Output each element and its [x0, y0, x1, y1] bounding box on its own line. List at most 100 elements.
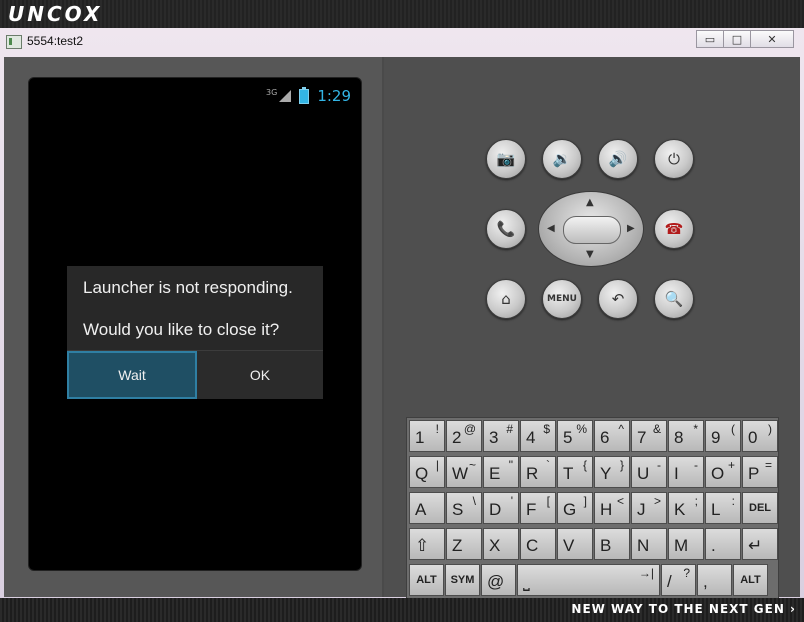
key-label: 6 [600, 428, 610, 447]
key-row5-0[interactable]: ALT [409, 564, 444, 596]
power-icon[interactable]: ⏻ [654, 139, 694, 179]
key-row1-5[interactable]: 6 ^ [594, 420, 630, 452]
device-screen[interactable]: 3G 1:29 Launcher is not responding. Woul… [28, 77, 362, 571]
key-label: L [711, 500, 721, 519]
key-label: B [600, 536, 612, 555]
key-label: 2 [452, 428, 462, 447]
key-row2-4[interactable]: T{ [557, 456, 593, 488]
key-alt-label: ( [731, 422, 735, 436]
key-row3-6[interactable]: J > [631, 492, 667, 524]
back-icon[interactable]: ↶ [598, 279, 638, 319]
key-label: 8 [674, 428, 684, 447]
key-row1-0[interactable]: 1! [409, 420, 445, 452]
key-alt-label: @ [463, 422, 476, 436]
key-alt-label: % [576, 422, 587, 436]
wait-button[interactable]: Wait [67, 351, 197, 399]
key-row2-9[interactable]: P = [742, 456, 778, 488]
key-row5-1[interactable]: SYM [445, 564, 480, 596]
key-row4-9[interactable]: ↵ [742, 528, 778, 560]
dpad-right-icon[interactable]: ▶ [627, 224, 635, 234]
key-label: . [711, 536, 716, 555]
key-row3-9[interactable]: DEL [742, 492, 778, 524]
key-row4-2[interactable]: X [483, 528, 519, 560]
network-type: 3G [266, 87, 278, 97]
key-row3-5[interactable]: H < [594, 492, 630, 524]
dpad-center-button[interactable] [563, 216, 621, 244]
key-alt-label: ? [683, 566, 690, 580]
key-row2-7[interactable]: I- [668, 456, 704, 488]
key-row1-4[interactable]: 5% [557, 420, 593, 452]
key-row2-6[interactable]: U- [631, 456, 667, 488]
key-alt-label: * [693, 422, 698, 436]
key-row1-9[interactable]: 0) [742, 420, 778, 452]
key-alt-label: →| [638, 566, 654, 580]
key-row3-0[interactable]: A [409, 492, 445, 524]
key-row2-8[interactable]: O + [705, 456, 741, 488]
key-row5-5[interactable]: , [697, 564, 732, 596]
key-label: R [526, 464, 539, 483]
key-row5-3[interactable]: ⎵ →| [517, 564, 660, 596]
camera-icon[interactable]: 📷 [486, 139, 526, 179]
key-row5-4[interactable]: /? [661, 564, 696, 596]
key-row3-2[interactable]: D ' [483, 492, 519, 524]
key-label: 1 [415, 428, 425, 447]
key-row2-0[interactable]: Q | [409, 456, 445, 488]
dpad-up-icon[interactable]: ▲ [586, 198, 594, 208]
dpad[interactable]: ▲ ▼ ◀ ▶ [538, 191, 644, 267]
key-row4-8[interactable]: . [705, 528, 741, 560]
key-row2-1[interactable]: W ~ [446, 456, 482, 488]
key-label: T [563, 464, 574, 483]
key-row3-4[interactable]: G] [557, 492, 593, 524]
status-bar: 3G 1:29 [266, 86, 351, 106]
search-icon[interactable]: 🔍 [654, 279, 694, 319]
key-row4-6[interactable]: N [631, 528, 667, 560]
key-row5-2[interactable]: @ [481, 564, 516, 596]
key-row4-0[interactable]: ⇧ [409, 528, 445, 560]
key-label: K [674, 500, 686, 519]
window-titlebar[interactable]: 5554:test2 ▭ □ ✕ [0, 28, 804, 56]
call-icon[interactable]: 📞 [486, 209, 526, 249]
key-row4-3[interactable]: C [520, 528, 556, 560]
key-row4-4[interactable]: V [557, 528, 593, 560]
key-alt-label: ; [694, 494, 698, 508]
close-button[interactable]: ✕ [750, 30, 794, 48]
key-alt-label: ' [510, 494, 513, 508]
ok-button[interactable]: OK [197, 351, 323, 399]
key-row1-1[interactable]: 2 @ [446, 420, 482, 452]
key-label: , [703, 572, 708, 591]
key-row2-5[interactable]: Y} [594, 456, 630, 488]
key-row4-7[interactable]: M [668, 528, 704, 560]
key-row1-2[interactable]: 3 # [483, 420, 519, 452]
volume-down-icon[interactable]: 🔉 [542, 139, 582, 179]
volume-up-icon[interactable]: 🔊 [598, 139, 638, 179]
dpad-left-icon[interactable]: ◀ [547, 224, 555, 234]
key-row4-5[interactable]: B [594, 528, 630, 560]
key-alt-label: } [619, 458, 624, 472]
dpad-down-icon[interactable]: ▼ [586, 250, 594, 260]
bottom-banner: NEW WAY TO THE NEXT GEN › [0, 598, 804, 622]
key-alt-label: + [727, 458, 735, 472]
key-label: A [415, 500, 427, 519]
key-row4-1[interactable]: Z [446, 528, 482, 560]
key-row1-3[interactable]: 4 $ [520, 420, 556, 452]
key-label: X [489, 536, 501, 555]
key-label: Q [415, 464, 429, 483]
key-row3-3[interactable]: F[ [520, 492, 556, 524]
key-row2-2[interactable]: E " [483, 456, 519, 488]
key-label: F [526, 500, 537, 519]
key-row5-6[interactable]: ALT [733, 564, 768, 596]
key-row1-8[interactable]: 9( [705, 420, 741, 452]
minimize-button[interactable]: ▭ [696, 30, 724, 48]
key-row3-8[interactable]: L: [705, 492, 741, 524]
key-row1-6[interactable]: 7 & [631, 420, 667, 452]
key-row1-7[interactable]: 8 * [668, 420, 704, 452]
key-row2-3[interactable]: R ` [520, 456, 556, 488]
key-label: 5 [563, 428, 573, 447]
home-icon[interactable]: ⌂ [486, 279, 526, 319]
key-row3-1[interactable]: S \ [446, 492, 482, 524]
maximize-button[interactable]: □ [723, 30, 751, 48]
key-row3-7[interactable]: K; [668, 492, 704, 524]
menu-button[interactable]: MENU [542, 279, 582, 319]
key-label: 9 [711, 428, 721, 447]
end-call-icon[interactable]: ☎ [654, 209, 694, 249]
